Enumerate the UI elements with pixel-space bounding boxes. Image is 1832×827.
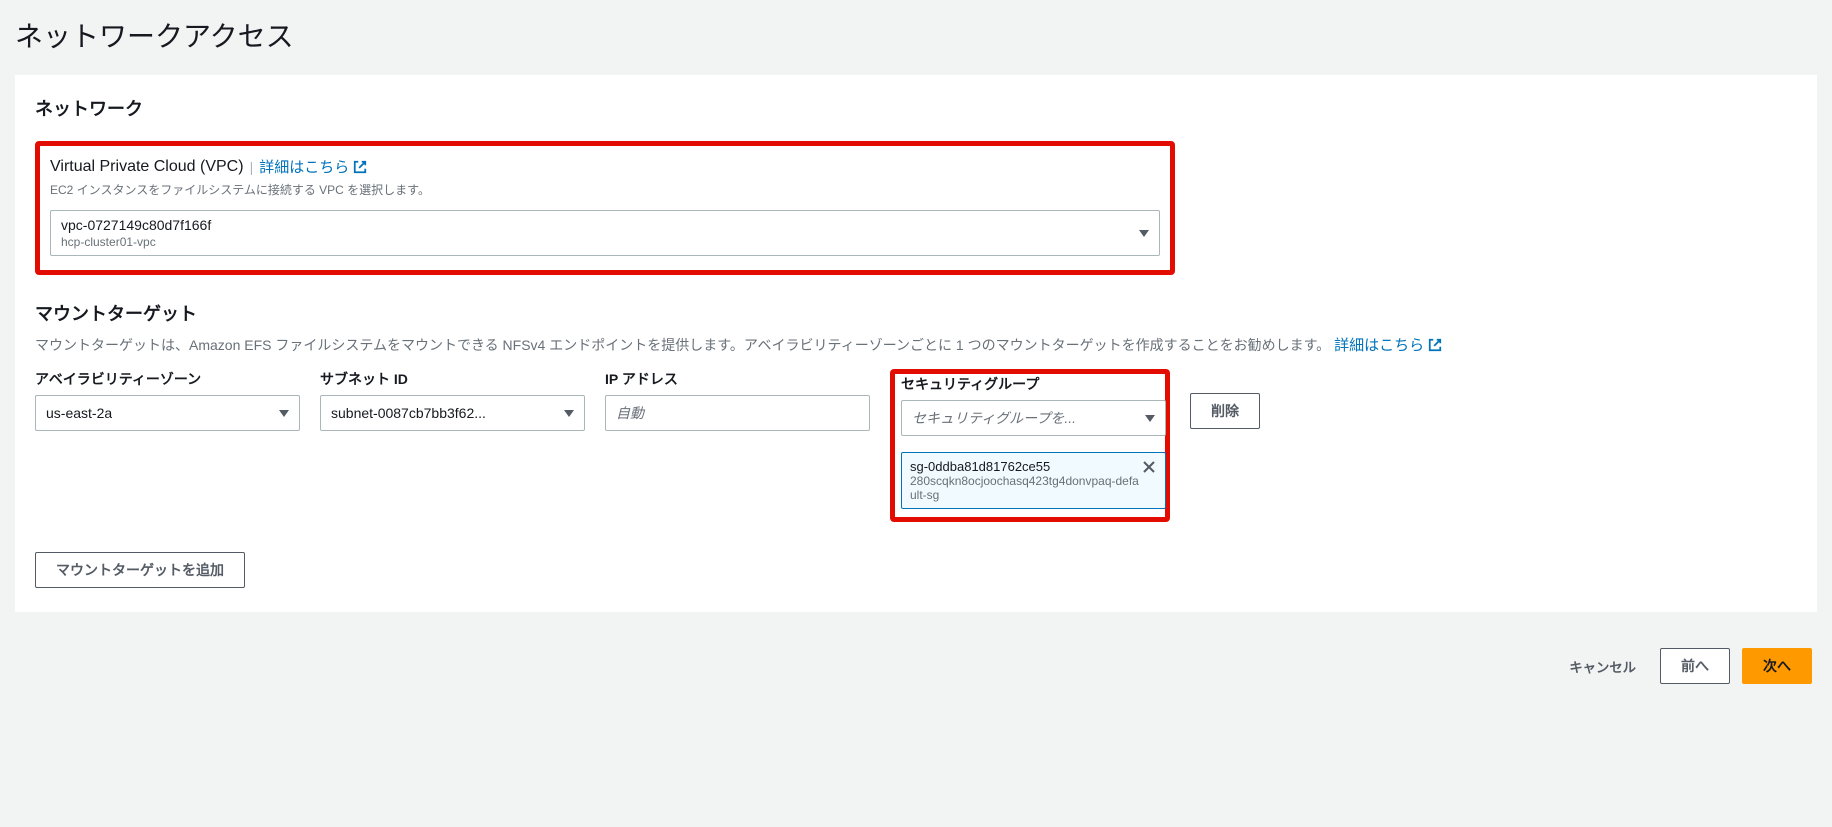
caret-down-icon bbox=[1139, 230, 1149, 237]
mount-section-title: マウントターゲット bbox=[35, 300, 1797, 326]
az-header: アベイラビリティーゾーン bbox=[35, 369, 300, 389]
external-link-icon bbox=[1428, 338, 1442, 352]
sg-token: sg-0ddba81d81762ce55 280scqkn8ocjoochasq… bbox=[901, 452, 1166, 509]
next-button[interactable]: 次へ bbox=[1742, 648, 1812, 684]
ip-header: IP アドレス bbox=[605, 369, 870, 389]
az-select[interactable]: us-east-2a bbox=[35, 395, 300, 431]
caret-down-icon bbox=[279, 410, 289, 417]
page-title: ネットワークアクセス bbox=[15, 15, 1817, 55]
external-link-icon bbox=[353, 160, 367, 174]
vpc-learn-more-link[interactable]: 詳細はこちら bbox=[259, 156, 367, 177]
mount-learn-more-text: 詳細はこちら bbox=[1334, 334, 1424, 355]
prev-button[interactable]: 前へ bbox=[1660, 648, 1730, 684]
sg-placeholder: セキュリティグループを... bbox=[912, 408, 1076, 428]
vpc-highlight-region: Virtual Private Cloud (VPC) | 詳細はこちら EC2… bbox=[35, 141, 1175, 275]
vpc-selected-name: hcp-cluster01-vpc bbox=[61, 235, 211, 249]
vpc-divider: | bbox=[250, 159, 254, 175]
mount-target-row: アベイラビリティーゾーン us-east-2a サブネット ID subnet-… bbox=[35, 369, 1797, 522]
subnet-value: subnet-0087cb7bb3f62... bbox=[331, 405, 486, 421]
mount-description: マウントターゲットは、Amazon EFS ファイルシステムをマウントできる N… bbox=[35, 334, 1797, 355]
sg-select[interactable]: セキュリティグループを... bbox=[901, 400, 1166, 436]
add-mount-target-button[interactable]: マウントターゲットを追加 bbox=[35, 552, 245, 588]
vpc-learn-more-text: 詳細はこちら bbox=[259, 156, 349, 177]
delete-button[interactable]: 削除 bbox=[1190, 393, 1260, 429]
sg-token-name: 280scqkn8ocjoochasq423tg4donvpaq-default… bbox=[910, 474, 1141, 502]
vpc-helper-text: EC2 インスタンスをファイルシステムに接続する VPC を選択します。 bbox=[50, 181, 1160, 198]
vpc-select[interactable]: vpc-0727149c80d7f166f hcp-cluster01-vpc bbox=[50, 210, 1160, 256]
az-value: us-east-2a bbox=[46, 405, 112, 421]
sg-highlight-region: セキュリティグループ セキュリティグループを... sg-0ddba81d817… bbox=[890, 369, 1170, 522]
ip-input[interactable] bbox=[605, 395, 870, 431]
subnet-header: サブネット ID bbox=[320, 369, 585, 389]
network-section-title: ネットワーク bbox=[35, 95, 1797, 121]
caret-down-icon bbox=[1145, 415, 1155, 422]
caret-down-icon bbox=[564, 410, 574, 417]
mount-description-text: マウントターゲットは、Amazon EFS ファイルシステムをマウントできる N… bbox=[35, 337, 1330, 353]
cancel-button[interactable]: キャンセル bbox=[1557, 651, 1648, 682]
mount-learn-more-link[interactable]: 詳細はこちら bbox=[1334, 334, 1442, 355]
footer-bar: キャンセル 前へ 次へ bbox=[0, 632, 1832, 704]
close-icon[interactable] bbox=[1141, 459, 1157, 475]
sg-header: セキュリティグループ bbox=[901, 374, 1166, 394]
vpc-selected-id: vpc-0727149c80d7f166f bbox=[61, 217, 211, 233]
subnet-select[interactable]: subnet-0087cb7bb3f62... bbox=[320, 395, 585, 431]
network-panel: ネットワーク Virtual Private Cloud (VPC) | 詳細は… bbox=[15, 75, 1817, 612]
sg-token-id: sg-0ddba81d81762ce55 bbox=[910, 459, 1141, 474]
vpc-label: Virtual Private Cloud (VPC) bbox=[50, 158, 244, 176]
